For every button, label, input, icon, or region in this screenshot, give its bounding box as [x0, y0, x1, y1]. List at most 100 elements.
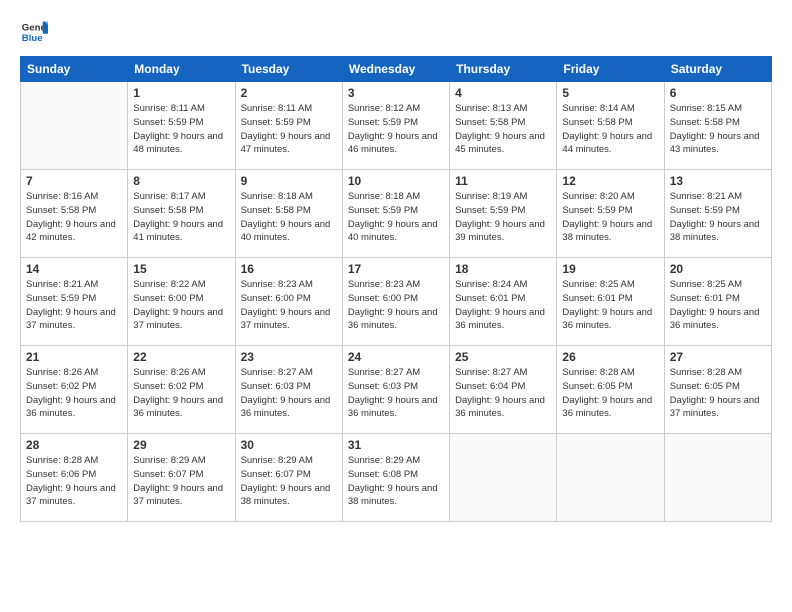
day-info: Sunrise: 8:16 AM Sunset: 5:58 PM Dayligh… — [26, 190, 122, 245]
day-cell: 1Sunrise: 8:11 AM Sunset: 5:59 PM Daylig… — [128, 82, 235, 170]
day-cell: 7 Sunrise: 8:16 AM Sunset: 5:58 PM Daylig… — [21, 170, 128, 258]
day-cell: 30 Sunrise: 8:29 AM Sunset: 6:07 PM Dayli… — [235, 434, 342, 522]
day-number: 23 — [241, 350, 337, 364]
day-info: Sunrise: 8:14 AM Sunset: 5:58 PM Dayligh… — [562, 102, 658, 157]
weekday-wednesday: Wednesday — [342, 57, 449, 82]
week-row-3: 21 Sunrise: 8:26 AM Sunset: 6:02 PM Dayli… — [21, 346, 772, 434]
day-info: Sunrise: 8:21 AM Sunset: 5:59 PM Dayligh… — [26, 278, 122, 333]
day-cell: 24 Sunrise: 8:27 AM Sunset: 6:03 PM Dayli… — [342, 346, 449, 434]
week-row-0: 1Sunrise: 8:11 AM Sunset: 5:59 PM Daylig… — [21, 82, 772, 170]
logo-icon: General Blue — [20, 18, 48, 46]
day-cell: 5Sunrise: 8:14 AM Sunset: 5:58 PM Daylig… — [557, 82, 664, 170]
day-info: Sunrise: 8:25 AM Sunset: 6:01 PM Dayligh… — [670, 278, 766, 333]
day-info: Sunrise: 8:12 AM Sunset: 5:59 PM Dayligh… — [348, 102, 444, 157]
day-info: Sunrise: 8:20 AM Sunset: 5:59 PM Dayligh… — [562, 190, 658, 245]
day-number: 28 — [26, 438, 122, 452]
header: General Blue — [20, 18, 772, 46]
day-cell: 25Sunrise: 8:27 AM Sunset: 6:04 PM Dayli… — [450, 346, 557, 434]
day-cell — [557, 434, 664, 522]
weekday-saturday: Saturday — [664, 57, 771, 82]
weekday-friday: Friday — [557, 57, 664, 82]
day-number: 11 — [455, 174, 551, 188]
day-number: 22 — [133, 350, 229, 364]
weekday-header-row: SundayMondayTuesdayWednesdayThursdayFrid… — [21, 57, 772, 82]
day-info: Sunrise: 8:29 AM Sunset: 6:08 PM Dayligh… — [348, 454, 444, 509]
day-info: Sunrise: 8:18 AM Sunset: 5:59 PM Dayligh… — [348, 190, 444, 245]
day-number: 14 — [26, 262, 122, 276]
day-info: Sunrise: 8:27 AM Sunset: 6:03 PM Dayligh… — [348, 366, 444, 421]
day-info: Sunrise: 8:27 AM Sunset: 6:03 PM Dayligh… — [241, 366, 337, 421]
day-cell: 13Sunrise: 8:21 AM Sunset: 5:59 PM Dayli… — [664, 170, 771, 258]
day-cell: 10 Sunrise: 8:18 AM Sunset: 5:59 PM Dayli… — [342, 170, 449, 258]
day-number: 8 — [133, 174, 229, 188]
day-cell: 12 Sunrise: 8:20 AM Sunset: 5:59 PM Dayli… — [557, 170, 664, 258]
day-number: 6 — [670, 86, 766, 100]
day-number: 20 — [670, 262, 766, 276]
day-cell: 22Sunrise: 8:26 AM Sunset: 6:02 PM Dayli… — [128, 346, 235, 434]
weekday-monday: Monday — [128, 57, 235, 82]
day-cell: 20 Sunrise: 8:25 AM Sunset: 6:01 PM Dayli… — [664, 258, 771, 346]
page: General Blue SundayMondayTuesdayWednesda… — [0, 0, 792, 612]
day-number: 24 — [348, 350, 444, 364]
day-info: Sunrise: 8:11 AM Sunset: 5:59 PM Dayligh… — [133, 102, 229, 157]
day-number: 12 — [562, 174, 658, 188]
day-number: 26 — [562, 350, 658, 364]
day-info: Sunrise: 8:28 AM Sunset: 6:06 PM Dayligh… — [26, 454, 122, 509]
day-info: Sunrise: 8:19 AM Sunset: 5:59 PM Dayligh… — [455, 190, 551, 245]
day-number: 15 — [133, 262, 229, 276]
day-cell: 29 Sunrise: 8:29 AM Sunset: 6:07 PM Dayli… — [128, 434, 235, 522]
day-info: Sunrise: 8:24 AM Sunset: 6:01 PM Dayligh… — [455, 278, 551, 333]
day-info: Sunrise: 8:25 AM Sunset: 6:01 PM Dayligh… — [562, 278, 658, 333]
weekday-thursday: Thursday — [450, 57, 557, 82]
day-info: Sunrise: 8:18 AM Sunset: 5:58 PM Dayligh… — [241, 190, 337, 245]
day-cell: 19 Sunrise: 8:25 AM Sunset: 6:01 PM Dayli… — [557, 258, 664, 346]
weekday-tuesday: Tuesday — [235, 57, 342, 82]
day-info: Sunrise: 8:22 AM Sunset: 6:00 PM Dayligh… — [133, 278, 229, 333]
calendar-table: SundayMondayTuesdayWednesdayThursdayFrid… — [20, 56, 772, 522]
day-number: 30 — [241, 438, 337, 452]
day-info: Sunrise: 8:15 AM Sunset: 5:58 PM Dayligh… — [670, 102, 766, 157]
day-info: Sunrise: 8:13 AM Sunset: 5:58 PM Dayligh… — [455, 102, 551, 157]
day-cell: 15 Sunrise: 8:22 AM Sunset: 6:00 PM Dayli… — [128, 258, 235, 346]
day-cell: 31 Sunrise: 8:29 AM Sunset: 6:08 PM Dayli… — [342, 434, 449, 522]
day-number: 10 — [348, 174, 444, 188]
day-cell — [664, 434, 771, 522]
week-row-2: 14 Sunrise: 8:21 AM Sunset: 5:59 PM Dayli… — [21, 258, 772, 346]
day-cell — [21, 82, 128, 170]
day-cell: 28 Sunrise: 8:28 AM Sunset: 6:06 PM Dayli… — [21, 434, 128, 522]
svg-text:Blue: Blue — [22, 33, 43, 44]
week-row-1: 7 Sunrise: 8:16 AM Sunset: 5:58 PM Daylig… — [21, 170, 772, 258]
day-cell: 8 Sunrise: 8:17 AM Sunset: 5:58 PM Daylig… — [128, 170, 235, 258]
day-cell: 14 Sunrise: 8:21 AM Sunset: 5:59 PM Dayli… — [21, 258, 128, 346]
day-cell: 27 Sunrise: 8:28 AM Sunset: 6:05 PM Dayli… — [664, 346, 771, 434]
day-info: Sunrise: 8:29 AM Sunset: 6:07 PM Dayligh… — [133, 454, 229, 509]
weekday-sunday: Sunday — [21, 57, 128, 82]
day-info: Sunrise: 8:23 AM Sunset: 6:00 PM Dayligh… — [241, 278, 337, 333]
day-number: 9 — [241, 174, 337, 188]
day-cell: 3Sunrise: 8:12 AM Sunset: 5:59 PM Daylig… — [342, 82, 449, 170]
day-number: 31 — [348, 438, 444, 452]
day-cell: 17Sunrise: 8:23 AM Sunset: 6:00 PM Dayli… — [342, 258, 449, 346]
day-number: 17 — [348, 262, 444, 276]
day-number: 19 — [562, 262, 658, 276]
day-cell: 11 Sunrise: 8:19 AM Sunset: 5:59 PM Dayli… — [450, 170, 557, 258]
day-number: 18 — [455, 262, 551, 276]
day-cell: 2Sunrise: 8:11 AM Sunset: 5:59 PM Daylig… — [235, 82, 342, 170]
day-info: Sunrise: 8:11 AM Sunset: 5:59 PM Dayligh… — [241, 102, 337, 157]
day-cell: 21 Sunrise: 8:26 AM Sunset: 6:02 PM Dayli… — [21, 346, 128, 434]
day-info: Sunrise: 8:21 AM Sunset: 5:59 PM Dayligh… — [670, 190, 766, 245]
day-info: Sunrise: 8:29 AM Sunset: 6:07 PM Dayligh… — [241, 454, 337, 509]
day-number: 29 — [133, 438, 229, 452]
day-number: 27 — [670, 350, 766, 364]
day-number: 21 — [26, 350, 122, 364]
day-cell: 6 Sunrise: 8:15 AM Sunset: 5:58 PM Daylig… — [664, 82, 771, 170]
day-info: Sunrise: 8:28 AM Sunset: 6:05 PM Dayligh… — [670, 366, 766, 421]
day-number: 7 — [26, 174, 122, 188]
week-row-4: 28 Sunrise: 8:28 AM Sunset: 6:06 PM Dayli… — [21, 434, 772, 522]
day-info: Sunrise: 8:27 AM Sunset: 6:04 PM Dayligh… — [455, 366, 551, 421]
day-info: Sunrise: 8:26 AM Sunset: 6:02 PM Dayligh… — [26, 366, 122, 421]
day-info: Sunrise: 8:28 AM Sunset: 6:05 PM Dayligh… — [562, 366, 658, 421]
day-info: Sunrise: 8:17 AM Sunset: 5:58 PM Dayligh… — [133, 190, 229, 245]
logo: General Blue — [20, 18, 48, 46]
day-cell: 9 Sunrise: 8:18 AM Sunset: 5:58 PM Daylig… — [235, 170, 342, 258]
